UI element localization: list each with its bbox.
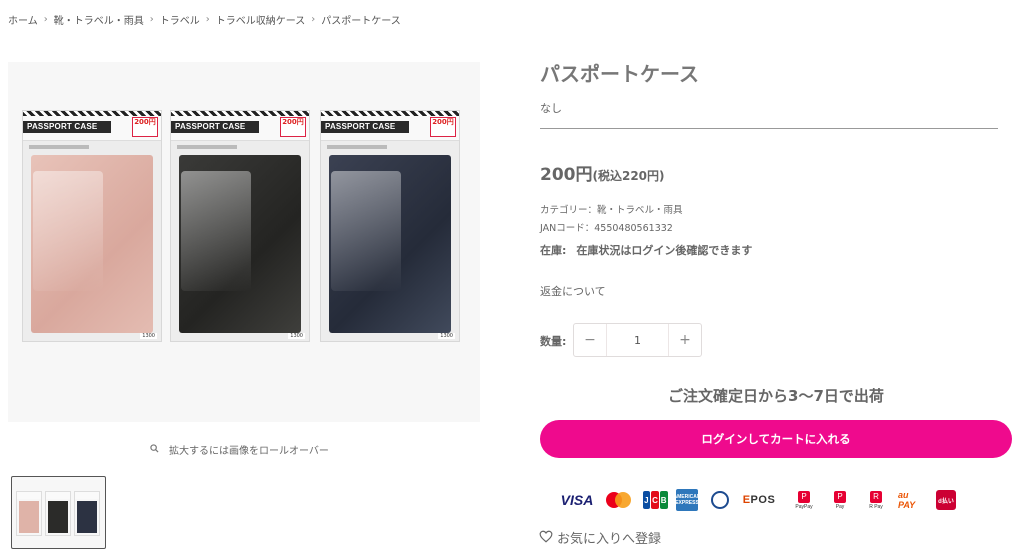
shipping-estimate: ご注文確定日から3〜7日で出荷 (668, 387, 884, 405)
login-add-to-cart-button[interactable]: ログインしてカートに入れる (540, 420, 1012, 458)
category-value: 靴・トラベル・雨具 (597, 205, 683, 216)
package-price-tag: 200円 (430, 117, 456, 137)
paypay-pay-logo: P Pay (834, 490, 846, 510)
breadcrumb-home[interactable]: ホーム (8, 12, 38, 27)
product-package-black: PASSPORT CASE 200円 1300 (170, 110, 310, 342)
divider (540, 128, 998, 129)
package-title: PASSPORT CASE (171, 121, 259, 133)
package-title: PASSPORT CASE (321, 121, 409, 133)
stock-label: 在庫: (540, 244, 567, 257)
product-price: 200円(税込220円) (540, 160, 665, 185)
breadcrumb: ホーム › 靴・トラベル・雨具 › トラベル › トラベル収納ケース › パスポ… (8, 12, 401, 27)
favorite-label: お気に入りへ登録 (557, 532, 662, 547)
epos-logo: E POS (742, 494, 776, 506)
jan-label: JANコード： (540, 223, 595, 234)
breadcrumb-travel[interactable]: トラベル (160, 12, 200, 27)
product-package-pink: PASSPORT CASE 200円 1300 (22, 110, 162, 342)
paypay-logo: P PayPay (795, 490, 813, 510)
d-barai-logo: d払い (936, 490, 956, 510)
zoom-hint: 拡大するには画像をロールオーバー (150, 442, 329, 457)
quantity-decrease-button[interactable]: − (574, 324, 606, 356)
visa-logo: VISA (560, 492, 594, 508)
jan-line: JANコード：4550480561332 (540, 220, 673, 234)
category-line: カテゴリー：靴・トラベル・雨具 (540, 202, 683, 216)
quantity-input[interactable] (606, 324, 669, 356)
stock-status: 在庫: 在庫状況はログイン後確認できます (540, 242, 752, 258)
chevron-right-icon: › (43, 14, 48, 25)
jan-value: 4550480561332 (594, 223, 673, 234)
price-main: 200円 (540, 165, 593, 185)
breadcrumb-shoes-travel[interactable]: 靴・トラベル・雨具 (54, 12, 144, 27)
add-to-favorites-button[interactable]: お気に入りへ登録 (539, 528, 661, 547)
package-price-tag: 200円 (132, 117, 158, 137)
product-title: パスポートケース (540, 62, 699, 86)
chevron-right-icon: › (311, 14, 316, 25)
rakuten-pay-logo: RR Pay (869, 490, 883, 510)
diners-logo (706, 489, 734, 511)
zoom-hint-text: 拡大するには画像をロールオーバー (169, 446, 329, 457)
category-label: カテゴリー： (540, 205, 598, 216)
quantity-increase-button[interactable]: + (669, 324, 701, 356)
au-pay-logo: au PAY (898, 490, 916, 510)
refund-link[interactable]: 返金について (540, 283, 606, 299)
product-main-image[interactable]: PASSPORT CASE 200円 1300 PASSPORT CASE 20… (8, 62, 480, 422)
package-title: PASSPORT CASE (23, 121, 111, 133)
package-price-tag: 200円 (280, 117, 306, 137)
quantity-stepper: − + (573, 323, 702, 357)
product-thumbnail[interactable] (11, 476, 106, 549)
payment-methods: VISA JCB AMERICAN EXPRESS E POS P PayPay P… (540, 484, 1012, 516)
heart-outline-icon (539, 529, 553, 547)
jcb-logo: JCB (642, 489, 668, 511)
chevron-right-icon: › (149, 14, 154, 25)
product-package-navy: PASSPORT CASE 200円 1300 (320, 110, 460, 342)
mastercard-logo (604, 489, 634, 511)
magnifier-icon (150, 443, 159, 456)
quantity-label: 数量: (540, 335, 567, 348)
price-tax: (税込220円) (592, 169, 665, 183)
breadcrumb-current: パスポートケース (321, 16, 401, 27)
breadcrumb-travel-storage[interactable]: トラベル収納ケース (216, 12, 306, 27)
amex-logo: AMERICAN EXPRESS (674, 489, 700, 511)
stock-text: 在庫状況はログイン後確認できます (576, 244, 753, 257)
chevron-right-icon: › (205, 14, 210, 25)
product-variant: なし (540, 102, 562, 115)
